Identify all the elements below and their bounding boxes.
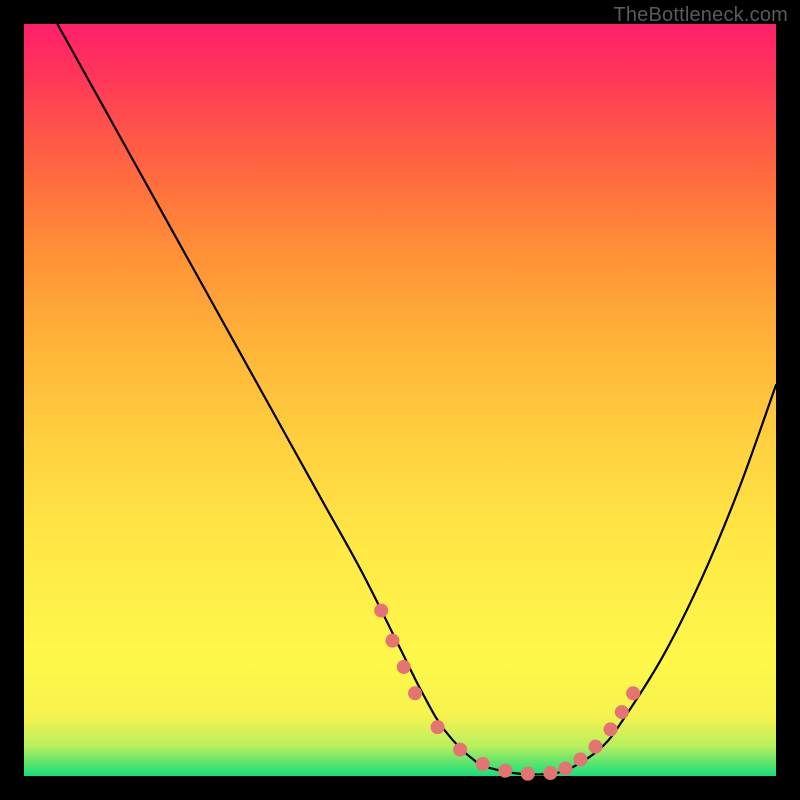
highlight-dot (573, 752, 587, 766)
highlight-dot (431, 720, 445, 734)
highlight-dot (498, 764, 512, 778)
highlight-dot (408, 686, 422, 700)
highlight-dot (604, 722, 618, 736)
highlight-dot (385, 634, 399, 648)
highlight-dot (453, 743, 467, 757)
highlight-dot (626, 686, 640, 700)
curve-layer (24, 24, 776, 776)
highlight-dot (615, 705, 629, 719)
highlight-dot (543, 766, 557, 780)
watermark-text: TheBottleneck.com (613, 4, 788, 27)
highlight-dot (476, 757, 490, 771)
highlight-dot (397, 660, 411, 674)
highlight-dot (521, 767, 535, 781)
highlight-dot (374, 604, 388, 618)
highlight-dot (589, 740, 603, 754)
highlight-dots (374, 604, 640, 781)
chart-frame: TheBottleneck.com (0, 0, 800, 800)
bottleneck-curve (24, 0, 776, 774)
highlight-dot (558, 761, 572, 775)
